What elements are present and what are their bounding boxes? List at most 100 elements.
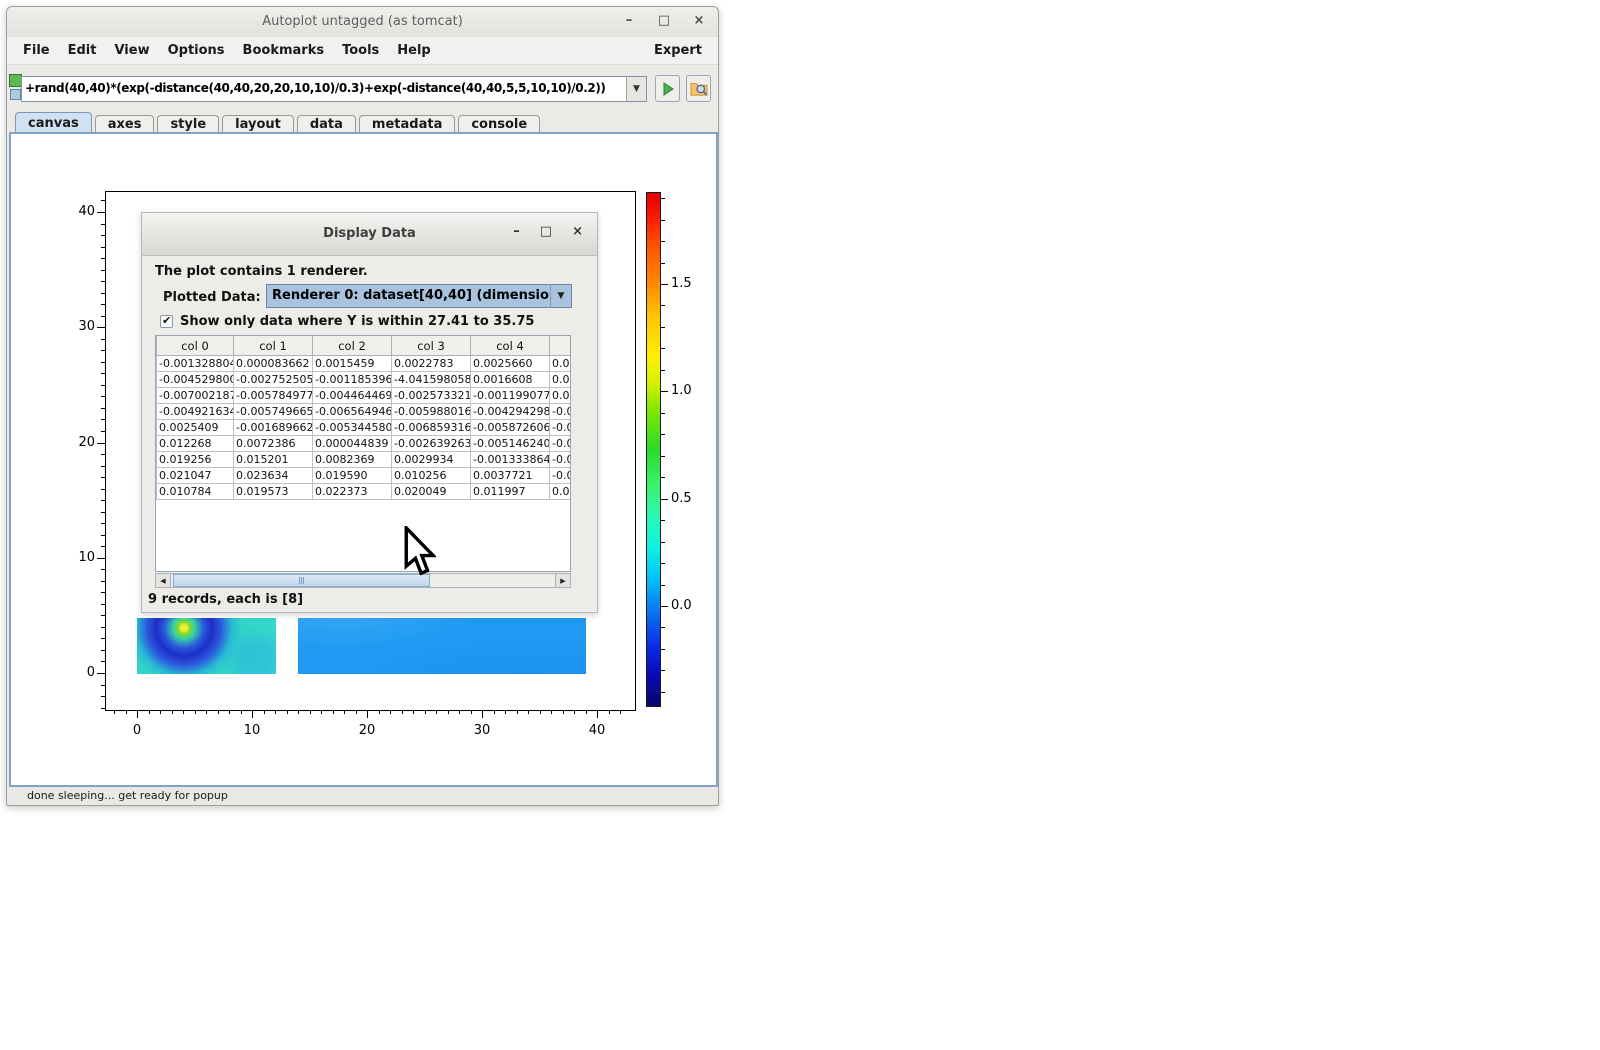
axis-tick: [413, 710, 414, 714]
dialog-close-icon[interactable]: ×: [572, 224, 583, 239]
table-cell: 0.019256: [157, 452, 234, 468]
table-horizontal-scrollbar[interactable]: ◀ ▶: [155, 573, 571, 588]
menu-view[interactable]: View: [105, 39, 158, 62]
axis-tick-label: 1.0: [671, 383, 705, 399]
window-close-icon[interactable]: ×: [692, 12, 706, 30]
axis-tick: [661, 413, 665, 414]
table-row[interactable]: 0.0192560.0152010.00823690.0029934-0.001…: [157, 452, 572, 468]
plotted-data-select[interactable]: Renderer 0: dataset[40,40] (dimension...…: [266, 284, 572, 308]
axis-tick: [609, 710, 610, 714]
plotted-data-label: Plotted Data:: [163, 290, 261, 305]
table-column-header: col 0: [157, 336, 234, 356]
tab-layout[interactable]: layout: [222, 115, 294, 133]
tab-style[interactable]: style: [157, 115, 219, 133]
axis-tick: [172, 710, 173, 714]
axis-tick: [333, 710, 334, 714]
table-row[interactable]: -0.007002187...-0.005784977...-0.0044644…: [157, 388, 572, 404]
axis-tick: [101, 373, 105, 374]
go-plot-button[interactable]: [655, 75, 680, 102]
table-cell: -0.002752505...: [234, 372, 313, 388]
plot-canvas[interactable]: Display Data – □ × The plot contains 1 r…: [9, 132, 718, 787]
tab-axes[interactable]: axes: [95, 115, 155, 133]
data-table[interactable]: col 0col 1col 2col 3col 4 -0.001328804..…: [155, 335, 571, 572]
axis-tick: [149, 710, 150, 714]
table-cell: 0.0025660: [471, 356, 550, 372]
axis-tick-label: 10: [63, 550, 95, 566]
uri-input[interactable]: +rand(40,40)*(exp(-distance(40,40,20,20,…: [22, 77, 626, 101]
table-row[interactable]: 0.0122680.00723860.000044839-0.002639263…: [157, 436, 572, 452]
window-maximize-icon[interactable]: □: [657, 12, 671, 30]
tab-console[interactable]: console: [458, 115, 540, 133]
axis-tick-label: 40: [63, 204, 95, 220]
table-cell: 0.000083662: [234, 356, 313, 372]
window-minimize-icon[interactable]: –: [622, 12, 636, 30]
colorbar: [646, 192, 661, 707]
table-cell: 0.0072386: [234, 436, 313, 452]
menu-bookmarks[interactable]: Bookmarks: [234, 39, 334, 62]
axis-tick: [101, 350, 105, 351]
axis-tick-label: 0: [117, 723, 157, 739]
plotted-data-value: Renderer 0: dataset[40,40] (dimension...: [267, 285, 550, 307]
table-cell: -0.004921634...: [157, 404, 234, 420]
table-cell: -0.001689662...: [234, 420, 313, 436]
menu-options[interactable]: Options: [159, 39, 234, 62]
tab-metadata[interactable]: metadata: [359, 115, 455, 133]
axis-tick: [661, 585, 665, 586]
axis-tick: [126, 710, 127, 714]
axis-tick: [101, 512, 105, 513]
menu-tools[interactable]: Tools: [333, 39, 388, 62]
axis-tick: [321, 710, 322, 714]
menu-help[interactable]: Help: [388, 39, 439, 62]
renderer-count-text: The plot contains 1 renderer.: [155, 264, 368, 279]
plotted-data-dropdown-arrow-icon[interactable]: ▼: [550, 285, 571, 307]
axis-tick: [101, 270, 105, 271]
table-column-header: col 1: [234, 336, 313, 356]
table-row[interactable]: 0.0210470.0236340.0195900.0102560.003772…: [157, 468, 572, 484]
scrollbar-thumb[interactable]: [173, 574, 430, 587]
table-row[interactable]: -0.004529800...-0.002752505...-0.0011853…: [157, 372, 572, 388]
table-cell: -0.0: [550, 404, 572, 420]
tab-data[interactable]: data: [297, 115, 356, 133]
scroll-left-arrow-icon[interactable]: ◀: [156, 574, 171, 587]
table-cell: 0.0082369: [313, 452, 392, 468]
inspect-uri-button[interactable]: [686, 75, 711, 102]
axis-tick: [101, 489, 105, 490]
axis-tick: [661, 370, 665, 371]
scroll-right-arrow-icon[interactable]: ▶: [555, 574, 570, 587]
menu-edit[interactable]: Edit: [59, 39, 106, 62]
axis-tick: [298, 710, 299, 714]
table-cell: 0.00: [550, 372, 572, 388]
axis-tick: [101, 431, 105, 432]
tab-bar: canvasaxesstylelayoutdatametadataconsole: [7, 112, 718, 133]
table-cell: 0.00: [550, 356, 572, 372]
filter-checkbox[interactable]: ✔: [160, 315, 173, 328]
table-row[interactable]: 0.0107840.0195730.0223730.0200490.011997…: [157, 484, 572, 500]
axis-tick-label: 0.0: [671, 598, 705, 614]
status-indicator-blue-icon: [10, 89, 21, 100]
uri-dropdown-arrow-icon[interactable]: ▼: [626, 77, 646, 101]
table-cell: -0.005146240...: [471, 436, 550, 452]
table-row[interactable]: 0.0025409-0.001689662...-0.005344580...-…: [157, 420, 572, 436]
axis-tick: [101, 581, 105, 582]
records-summary: 9 records, each is [8]: [148, 592, 303, 607]
heatmap-patch-right: [298, 618, 586, 674]
uri-combobox[interactable]: +rand(40,40)*(exp(-distance(40,40,20,20,…: [21, 76, 647, 102]
axis-tick: [101, 523, 105, 524]
dialog-maximize-icon[interactable]: □: [540, 224, 552, 239]
table-cell: -0.002639263...: [392, 436, 471, 452]
menu-expert[interactable]: Expert: [645, 39, 711, 62]
table-cell: -0.005749665...: [234, 404, 313, 420]
axis-tick: [620, 710, 621, 714]
tab-canvas[interactable]: canvas: [15, 112, 92, 133]
axis-tick: [97, 443, 105, 444]
axis-tick: [356, 710, 357, 714]
axis-tick: [101, 696, 105, 697]
dialog-minimize-icon[interactable]: –: [513, 224, 520, 239]
window-titlebar[interactable]: Autoplot untagged (as tomcat) – □ ×: [7, 7, 718, 37]
axis-tick: [229, 710, 230, 714]
dialog-titlebar[interactable]: Display Data – □ ×: [142, 213, 597, 256]
table-row[interactable]: -0.001328804...0.0000836620.00154590.002…: [157, 356, 572, 372]
table-cell: 0.015201: [234, 452, 313, 468]
table-row[interactable]: -0.004921634...-0.005749665...-0.0065649…: [157, 404, 572, 420]
menu-file[interactable]: File: [14, 39, 59, 62]
